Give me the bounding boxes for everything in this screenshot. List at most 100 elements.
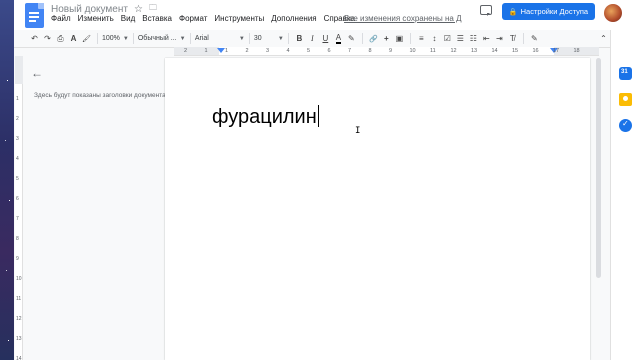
- insert-image-icon[interactable]: ▣: [393, 32, 406, 46]
- ruler-tick-label: 3: [266, 48, 270, 54]
- ruler-tick-label: 1: [204, 48, 208, 54]
- vruler-margin-top: [15, 56, 23, 84]
- toolbar-divider: [132, 33, 134, 44]
- ruler-tick-label: 8: [368, 48, 372, 54]
- document-page[interactable]: фурацилин I: [165, 58, 590, 360]
- vruler-tick-label: 14: [16, 356, 22, 360]
- menu-item[interactable]: Файл: [51, 14, 71, 26]
- ruler-tick-label: 9: [389, 48, 393, 54]
- ibeam-cursor-icon: I: [355, 126, 361, 136]
- bulleted-list-icon[interactable]: ☰: [454, 32, 467, 46]
- toolbar-divider: [409, 33, 411, 44]
- vruler-tick-label: 7: [16, 216, 19, 222]
- share-button[interactable]: 🔒 Настройки Доступа: [502, 3, 595, 20]
- menu-item[interactable]: Изменить: [78, 14, 114, 26]
- ruler-tick-label: 6: [327, 48, 331, 54]
- toolbar-divider: [189, 33, 191, 44]
- font-size-value: 30: [253, 35, 262, 42]
- menu-item[interactable]: Вид: [121, 14, 135, 26]
- align-icon[interactable]: ≡: [415, 32, 428, 46]
- vruler-tick-label: 3: [16, 136, 19, 142]
- vertical-scrollbar[interactable]: [596, 58, 602, 280]
- ruler-tick-label: 7: [348, 48, 352, 54]
- left-indent-marker[interactable]: [217, 48, 225, 53]
- horizontal-ruler[interactable]: 2 1 1 2 3 4 5 6 7 8 9 10 11 12 13 14 15 16 17 18: [174, 47, 599, 56]
- ruler-tick-label: 13: [471, 48, 478, 54]
- google-docs-window: Новый документ ☆ 🗀 Файл Изменить Вид Вставк…: [14, 0, 640, 360]
- menu-item[interactable]: Дополнения: [271, 14, 316, 26]
- keep-icon[interactable]: [619, 93, 632, 106]
- highlight-icon[interactable]: ✎: [345, 32, 358, 46]
- doc-title[interactable]: Новый документ: [51, 4, 128, 15]
- avatar[interactable]: [604, 4, 622, 22]
- comment-history-icon[interactable]: [480, 5, 492, 16]
- ruler-tick-label: 15: [512, 48, 519, 54]
- toolbar-divider: [248, 33, 250, 44]
- ruler-tick-label: 2: [245, 48, 249, 54]
- font-value: Arial: [194, 35, 209, 42]
- header: Новый документ ☆ 🗀 Файл Изменить Вид Вставк…: [14, 0, 640, 30]
- chevron-down-icon: ▼: [179, 35, 186, 42]
- toolbar-divider: [97, 33, 98, 44]
- scrollbar-thumb[interactable]: [596, 58, 601, 278]
- chevron-down-icon: ▼: [238, 35, 245, 42]
- style-select[interactable]: Обычный ... ▼: [138, 35, 186, 42]
- vruler-tick-label: 1: [16, 96, 19, 102]
- numbered-list-icon[interactable]: ☷: [467, 32, 480, 46]
- ruler-tick-label: 2: [184, 48, 188, 54]
- share-button-label: Настройки Доступа: [520, 7, 589, 16]
- close-outline-icon[interactable]: ←: [31, 66, 43, 80]
- redo-icon[interactable]: ↷: [41, 32, 54, 46]
- ruler-tick-label: 5: [307, 48, 311, 54]
- link-icon[interactable]: 🔗: [367, 32, 380, 46]
- undo-icon[interactable]: ↶: [28, 32, 41, 46]
- print-icon[interactable]: ⎙: [54, 32, 67, 46]
- vruler-tick-label: 2: [16, 116, 19, 122]
- vruler-tick-label: 10: [16, 276, 22, 282]
- ruler-tick-label: 1: [225, 48, 229, 54]
- menu-item[interactable]: Инструменты: [214, 14, 264, 26]
- zoom-value: 100%: [102, 35, 120, 42]
- add-comment-icon[interactable]: +: [380, 32, 393, 46]
- font-size-select[interactable]: 30 ▼: [254, 35, 284, 42]
- calendar-icon[interactable]: [619, 67, 632, 80]
- underline-button[interactable]: U: [319, 32, 332, 46]
- clear-formatting-icon[interactable]: T̸: [506, 32, 519, 46]
- vertical-ruler[interactable]: 1 2 3 4 5 6 7 8 9 10 11 12 13 14: [15, 56, 23, 360]
- zoom-select[interactable]: 100% ▼: [102, 35, 129, 42]
- checklist-icon[interactable]: ☑: [441, 32, 454, 46]
- side-panel: [610, 30, 640, 360]
- font-select[interactable]: Arial ▼: [195, 35, 245, 42]
- bold-button[interactable]: B: [293, 32, 306, 46]
- outline-hint: Здесь будут показаны заголовки документа…: [34, 92, 168, 99]
- ruler-tick-label: 10: [409, 48, 416, 54]
- italic-button[interactable]: I: [306, 32, 319, 46]
- tasks-icon[interactable]: [619, 119, 632, 132]
- paint-format-icon[interactable]: 🖌: [80, 32, 93, 46]
- vruler-tick-label: 4: [16, 156, 19, 162]
- vruler-tick-label: 11: [16, 296, 22, 302]
- increase-indent-icon[interactable]: ⇥: [493, 32, 506, 46]
- toolbar-divider: [361, 33, 363, 44]
- decrease-indent-icon[interactable]: ⇤: [480, 32, 493, 46]
- vruler-tick-label: 5: [16, 176, 19, 182]
- edit-mode-icon[interactable]: ✎: [528, 32, 541, 46]
- text-color-button[interactable]: A: [332, 32, 345, 46]
- collapse-menus-icon[interactable]: ⌃: [597, 32, 610, 46]
- desktop-background: [0, 0, 14, 360]
- toolbar: ↶ ↷ ⎙ A 🖌 100% ▼ Обычный ... ▼ Arial ▼ 3…: [28, 31, 610, 46]
- line-spacing-icon[interactable]: ↕: [428, 32, 441, 46]
- spellcheck-icon[interactable]: A: [67, 32, 80, 46]
- ruler-tick-label: 16: [532, 48, 539, 54]
- docs-logo-icon[interactable]: [25, 3, 44, 28]
- saved-status-link[interactable]: Все изменения сохранены на Ди...: [344, 14, 462, 24]
- menu-item[interactable]: Вставка: [142, 14, 172, 26]
- ruler-tick-label: 17: [553, 48, 560, 54]
- document-body[interactable]: фурацилин: [212, 105, 319, 129]
- ruler-tick-label: 18: [573, 48, 580, 54]
- toolbar-divider: [522, 33, 524, 44]
- star-icon[interactable]: ☆: [134, 4, 143, 15]
- lock-icon: 🔒: [508, 8, 518, 16]
- menubar: Файл Изменить Вид Вставка Формат Инструменты Д…: [51, 14, 362, 26]
- menu-item[interactable]: Формат: [179, 14, 207, 26]
